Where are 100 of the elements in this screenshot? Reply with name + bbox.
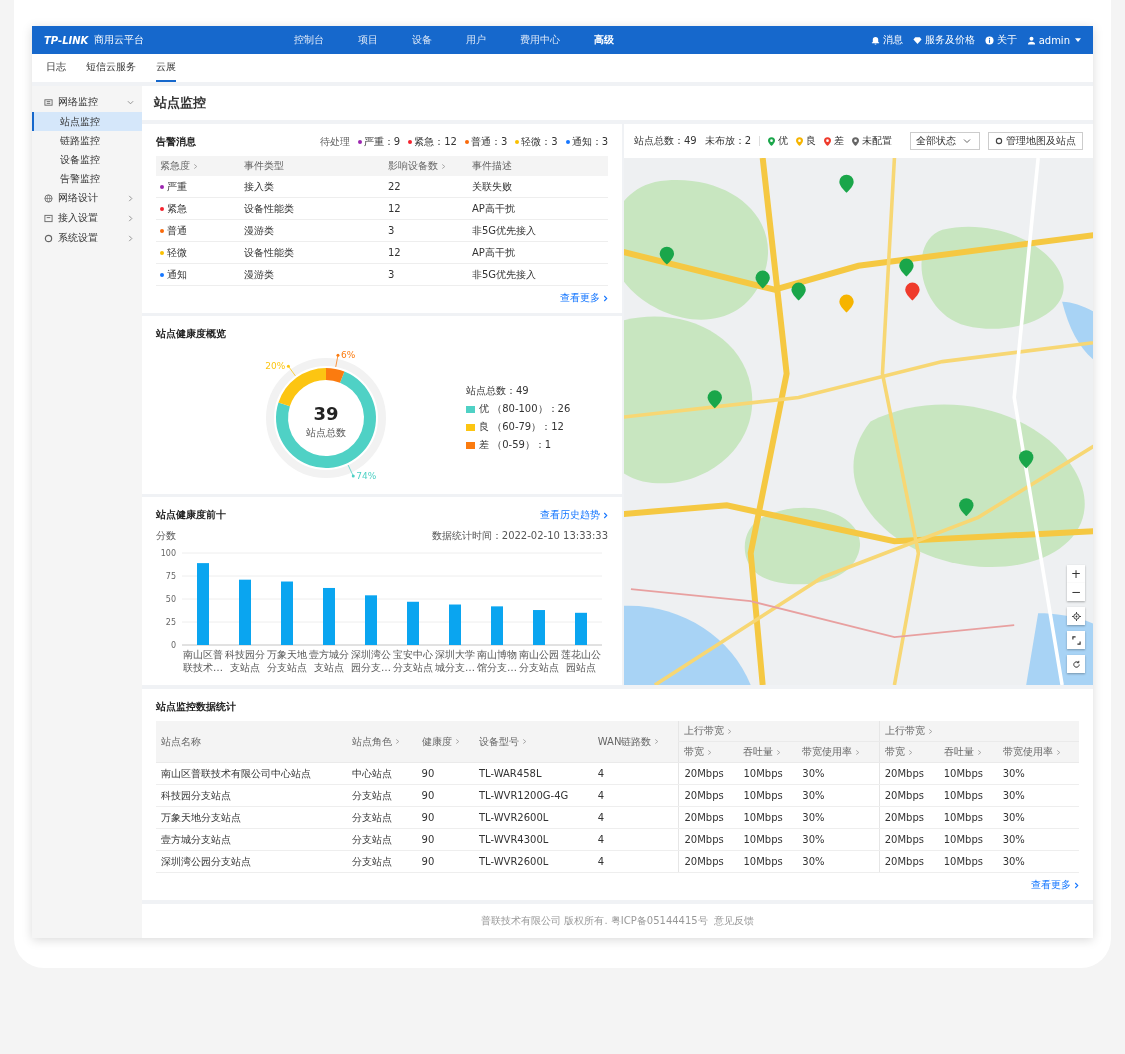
severity-count: 通知：3 [571, 135, 608, 149]
sort-icon[interactable] [454, 738, 460, 745]
sidebar-group[interactable]: 网络设计 [32, 188, 142, 208]
header-link[interactable]: 关于 [984, 33, 1017, 47]
stats-time: 数据统计时间：2022-02-10 13:33:33 [431, 529, 608, 543]
column-header: 事件描述 [472, 159, 512, 173]
panel-title: 站点健康度概览 [156, 327, 226, 341]
header-link[interactable]: 服务及价格 [912, 33, 975, 47]
settings-icon [44, 233, 53, 243]
sort-icon[interactable] [654, 738, 660, 745]
sort-icon[interactable] [522, 738, 527, 745]
table-cell: AP高干扰 [472, 245, 515, 260]
category-label: 莲花山公园站点 [561, 649, 601, 673]
table-cell: 90 [421, 834, 435, 845]
sort-icon[interactable] [441, 162, 446, 170]
zoom-out-button[interactable]: − [1067, 583, 1085, 601]
history-trend-link[interactable]: 查看历史趋势 [540, 508, 608, 522]
percent-label: 74% [356, 470, 377, 481]
chevron-right-icon [127, 214, 134, 222]
bar [407, 601, 419, 645]
view-more-link[interactable]: 查看更多 [1031, 878, 1079, 892]
table-cell: TL-WVR2600L [479, 856, 549, 867]
table-cell: 20Mbps [884, 856, 924, 867]
sidebar-item[interactable]: 站点监控 [32, 112, 142, 131]
product-name: 商用云平台 [94, 33, 145, 47]
unplaced-count: 未布放：2 [704, 134, 752, 148]
table-cell: TL-WVR4300L [479, 834, 549, 845]
info-icon [984, 35, 994, 45]
table-cell: 30% [802, 790, 825, 801]
monitor-icon [44, 97, 53, 107]
nav-tab[interactable]: 高级 [594, 26, 614, 54]
table-cell: 3 [388, 269, 395, 280]
sort-icon[interactable] [1055, 748, 1061, 756]
sidebar-group[interactable]: 接入设置 [32, 208, 142, 228]
sort-icon[interactable] [927, 727, 933, 735]
table-cell: 10Mbps [743, 834, 783, 845]
nav-tab[interactable]: 设备 [412, 26, 432, 54]
table-cell: 20Mbps [684, 768, 724, 779]
legend-label: 优 [778, 134, 789, 148]
table-cell: 30% [802, 812, 825, 823]
table-cell: 紧急 [167, 201, 187, 216]
severity-count: 严重：9 [363, 135, 401, 149]
table-cell: 90 [421, 812, 435, 823]
header-link[interactable]: admin [1026, 33, 1081, 47]
y-tick-label: 100 [160, 549, 176, 558]
manage-map-button[interactable]: 管理地图及站点 [988, 132, 1083, 150]
box-icon [44, 213, 53, 223]
table-cell: 30% [1002, 834, 1025, 845]
locate-button[interactable] [1067, 607, 1085, 625]
nav-tab[interactable]: 控制台 [294, 26, 324, 54]
sort-icon[interactable] [193, 162, 198, 170]
category-label: 科技园分支站点 [225, 649, 265, 673]
nav-tab[interactable]: 用户 [466, 26, 486, 54]
bar [575, 612, 587, 645]
sidebar-group[interactable]: 系统设置 [32, 228, 142, 248]
table-cell: 3 [388, 225, 395, 236]
table-cell: 分支站点 [352, 811, 393, 823]
sort-icon[interactable] [776, 748, 782, 756]
column-header: 事件类型 [244, 159, 284, 173]
crosshair-icon [1071, 611, 1081, 621]
table-cell: 22 [388, 181, 401, 192]
legend-label: 良 （60-79）：12 [479, 420, 564, 434]
legend-label: 良 [806, 134, 817, 148]
refresh-button[interactable] [1067, 655, 1085, 673]
sort-icon[interactable] [727, 727, 733, 735]
chevron-right-icon [127, 234, 134, 242]
column-header: 带宽使用率 [797, 741, 880, 763]
sidebar-group[interactable]: 网络监控 [32, 92, 142, 112]
bar [491, 606, 503, 645]
zoom-in-button[interactable]: + [1067, 565, 1085, 583]
sort-icon[interactable] [707, 748, 713, 756]
column-header: 带宽 [679, 741, 739, 763]
nav-tab[interactable]: 项目 [358, 26, 378, 54]
user-icon [1026, 35, 1036, 45]
table-cell: 90 [421, 856, 435, 867]
header-link[interactable]: 消息 [870, 33, 903, 47]
view-more-link[interactable]: 查看更多 [560, 291, 608, 305]
sort-icon[interactable] [395, 738, 401, 745]
tab[interactable]: 日志 [46, 54, 66, 82]
table-cell: 非5G优先接入 [472, 223, 537, 238]
nav-tab[interactable]: 费用中心 [520, 26, 560, 54]
fullscreen-button[interactable] [1067, 631, 1085, 649]
table-cell: 20Mbps [884, 834, 924, 845]
sidebar-item[interactable]: 告警监控 [32, 169, 142, 188]
sort-icon[interactable] [855, 748, 861, 756]
table-cell: 10Mbps [943, 856, 983, 867]
table-cell: 30% [802, 856, 825, 867]
sidebar-item[interactable]: 链路监控 [32, 131, 142, 150]
table-cell: 普通 [167, 223, 187, 238]
sort-icon[interactable] [976, 748, 982, 756]
status-select[interactable]: 全部状态 [910, 132, 980, 150]
y-tick-label: 25 [165, 618, 176, 627]
category-label: 南山区普联技术… [183, 649, 223, 673]
tab[interactable]: 短信云服务 [86, 54, 136, 82]
table-cell: 万象天地分支站点 [161, 811, 241, 823]
sort-icon[interactable] [907, 748, 913, 756]
table-cell: 4 [597, 834, 605, 845]
bar [449, 604, 461, 645]
sidebar-item[interactable]: 设备监控 [32, 150, 142, 169]
tab[interactable]: 云展 [156, 54, 176, 82]
